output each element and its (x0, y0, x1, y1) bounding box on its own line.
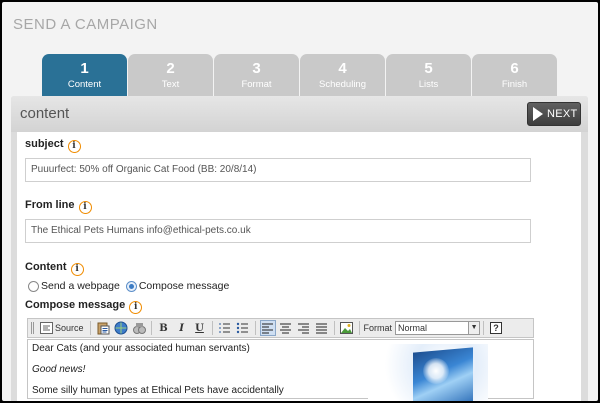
form-area: subject i Puuurfect: 50% off Organic Cat … (17, 132, 581, 401)
bullet-list-icon (236, 322, 249, 334)
align-left-button[interactable] (259, 320, 276, 336)
bullet-list-button[interactable] (235, 320, 251, 336)
help-icon: ? (490, 322, 503, 334)
image-highlight (423, 358, 449, 384)
tab-label: Lists (418, 79, 439, 90)
justify-icon (316, 323, 328, 334)
from-line-label: From line i (25, 199, 92, 214)
compose-label-text: Compose message (25, 299, 126, 311)
send-webpage-radio[interactable] (28, 280, 39, 292)
next-button[interactable]: NEXT (527, 102, 581, 126)
source-label: Source (55, 323, 84, 333)
align-center-icon (280, 323, 292, 334)
tab-number: 6 (510, 60, 519, 77)
toolbar-handle (30, 320, 36, 336)
panel-header: content NEXT (11, 96, 588, 132)
insert-image-button[interactable] (339, 320, 355, 336)
section-title: content (20, 105, 70, 122)
content-options: Send a webpage Compose message (28, 280, 229, 292)
tab-text[interactable]: 2 Text (128, 54, 213, 96)
editor-toolbar: Source B I U Format Normal ▼ ? (27, 318, 534, 338)
tab-label: Text (161, 79, 180, 90)
next-arrow-icon (533, 107, 543, 121)
separator (254, 321, 256, 335)
page-title: SEND A CAMPAIGN (13, 16, 158, 33)
bold-button[interactable]: B (156, 320, 172, 336)
chevron-down-icon: ▼ (468, 322, 480, 334)
format-value: Normal (398, 323, 428, 333)
content-panel: content NEXT subject i Puuurfect: 50% off… (11, 96, 588, 401)
justify-button[interactable] (314, 320, 330, 336)
separator (211, 321, 213, 335)
separator (333, 321, 335, 335)
spellcheck-icon (114, 321, 128, 335)
find-button[interactable] (131, 320, 147, 336)
subject-label-text: subject (25, 138, 64, 150)
separator (358, 321, 360, 335)
tab-number: 1 (80, 60, 89, 77)
subject-label: subject i (25, 138, 81, 153)
align-center-button[interactable] (278, 320, 294, 336)
tab-number: 3 (252, 60, 261, 77)
separator (89, 321, 91, 335)
compose-message-label[interactable]: Compose message (139, 280, 229, 292)
underline-button[interactable]: U (192, 320, 208, 336)
tab-scheduling[interactable]: 4 Scheduling (300, 54, 385, 96)
find-icon (132, 323, 146, 334)
tab-lists[interactable]: 5 Lists (386, 54, 471, 96)
help-button[interactable]: ? (488, 320, 504, 336)
tab-label: Format (241, 79, 272, 90)
from-line-input[interactable]: The Ethical Pets Humans info@ethical-pet… (25, 219, 531, 243)
embedded-image (368, 344, 488, 401)
tab-format[interactable]: 3 Format (214, 54, 299, 96)
next-button-label: NEXT (547, 108, 578, 120)
compose-message-radio[interactable] (125, 280, 137, 292)
subject-input[interactable]: Puuurfect: 50% off Organic Cat Food (BB:… (25, 158, 531, 182)
align-left-icon (262, 323, 274, 334)
content-label: Content i (25, 261, 84, 276)
tab-number: 5 (424, 60, 433, 77)
format-label: Format (363, 323, 393, 333)
from-line-label-text: From line (25, 199, 75, 211)
align-right-icon (298, 323, 310, 334)
spellcheck-button[interactable] (113, 320, 129, 336)
tab-label: Scheduling (318, 79, 366, 90)
info-icon[interactable]: i (67, 140, 81, 153)
numbered-list-button[interactable] (217, 320, 233, 336)
separator (150, 321, 152, 335)
italic-button[interactable]: I (174, 320, 190, 336)
compose-message-label: Compose message i (25, 299, 143, 314)
image-icon (340, 322, 354, 334)
tab-label: Finish (501, 79, 528, 90)
tab-number: 4 (338, 60, 347, 77)
paste-text-button[interactable] (95, 320, 111, 336)
tab-content[interactable]: 1 Content (42, 54, 127, 96)
info-icon[interactable]: i (70, 263, 84, 276)
separator (483, 321, 485, 335)
tab-label: Content (67, 79, 102, 90)
format-select[interactable]: Normal ▼ (395, 321, 481, 335)
source-button[interactable]: Source (38, 320, 86, 336)
info-icon[interactable]: i (129, 301, 143, 314)
source-icon (40, 322, 53, 334)
numbered-list-icon (219, 323, 231, 333)
send-webpage-label[interactable]: Send a webpage (41, 280, 120, 292)
info-icon[interactable]: i (78, 201, 92, 214)
align-right-button[interactable] (296, 320, 312, 336)
paste-text-icon (97, 322, 110, 335)
app-window: SEND A CAMPAIGN 1 Content 2 Text 3 Forma… (2, 2, 598, 401)
tab-number: 2 (166, 60, 175, 77)
content-label-text: Content (25, 261, 67, 273)
message-editor[interactable]: Dear Cats (and your associated human ser… (27, 339, 534, 401)
tab-finish[interactable]: 6 Finish (472, 54, 557, 96)
